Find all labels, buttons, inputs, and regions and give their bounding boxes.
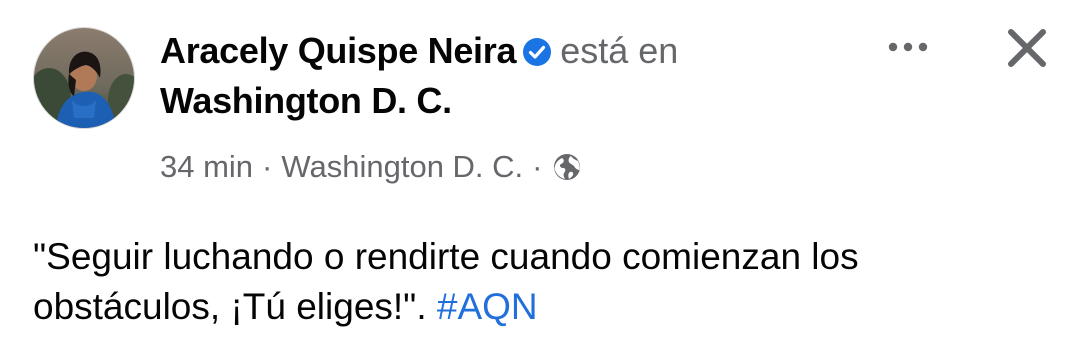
meta-separator: · [532,149,543,184]
close-button[interactable] [1001,22,1053,74]
avatar-photo [34,28,134,128]
post-location[interactable]: Washington D. C. [281,149,523,184]
avatar[interactable] [33,27,135,129]
post-body: "Seguir luchando o rendirte cuando comie… [33,232,1043,332]
post-card: Aracely Quispe Neira está en Washington D… [0,0,1079,347]
checkin-place[interactable]: Washington D. C. [160,76,860,126]
post-time[interactable]: 34 min [160,149,253,184]
post-meta: 34 min · Washington D. C. · [160,147,583,187]
hashtag-link[interactable]: #AQN [437,286,538,327]
checkin-prefix: está en [560,30,679,71]
meta-separator: · [262,149,273,184]
close-icon [1008,29,1046,67]
verified-badge-icon [522,30,552,66]
post-header: Aracely Quispe Neira está en Washington D… [160,26,860,126]
more-horizontal-icon [888,42,928,52]
more-options-button[interactable] [883,28,933,68]
globe-icon[interactable] [551,151,583,183]
author-name[interactable]: Aracely Quispe Neira [160,30,516,71]
